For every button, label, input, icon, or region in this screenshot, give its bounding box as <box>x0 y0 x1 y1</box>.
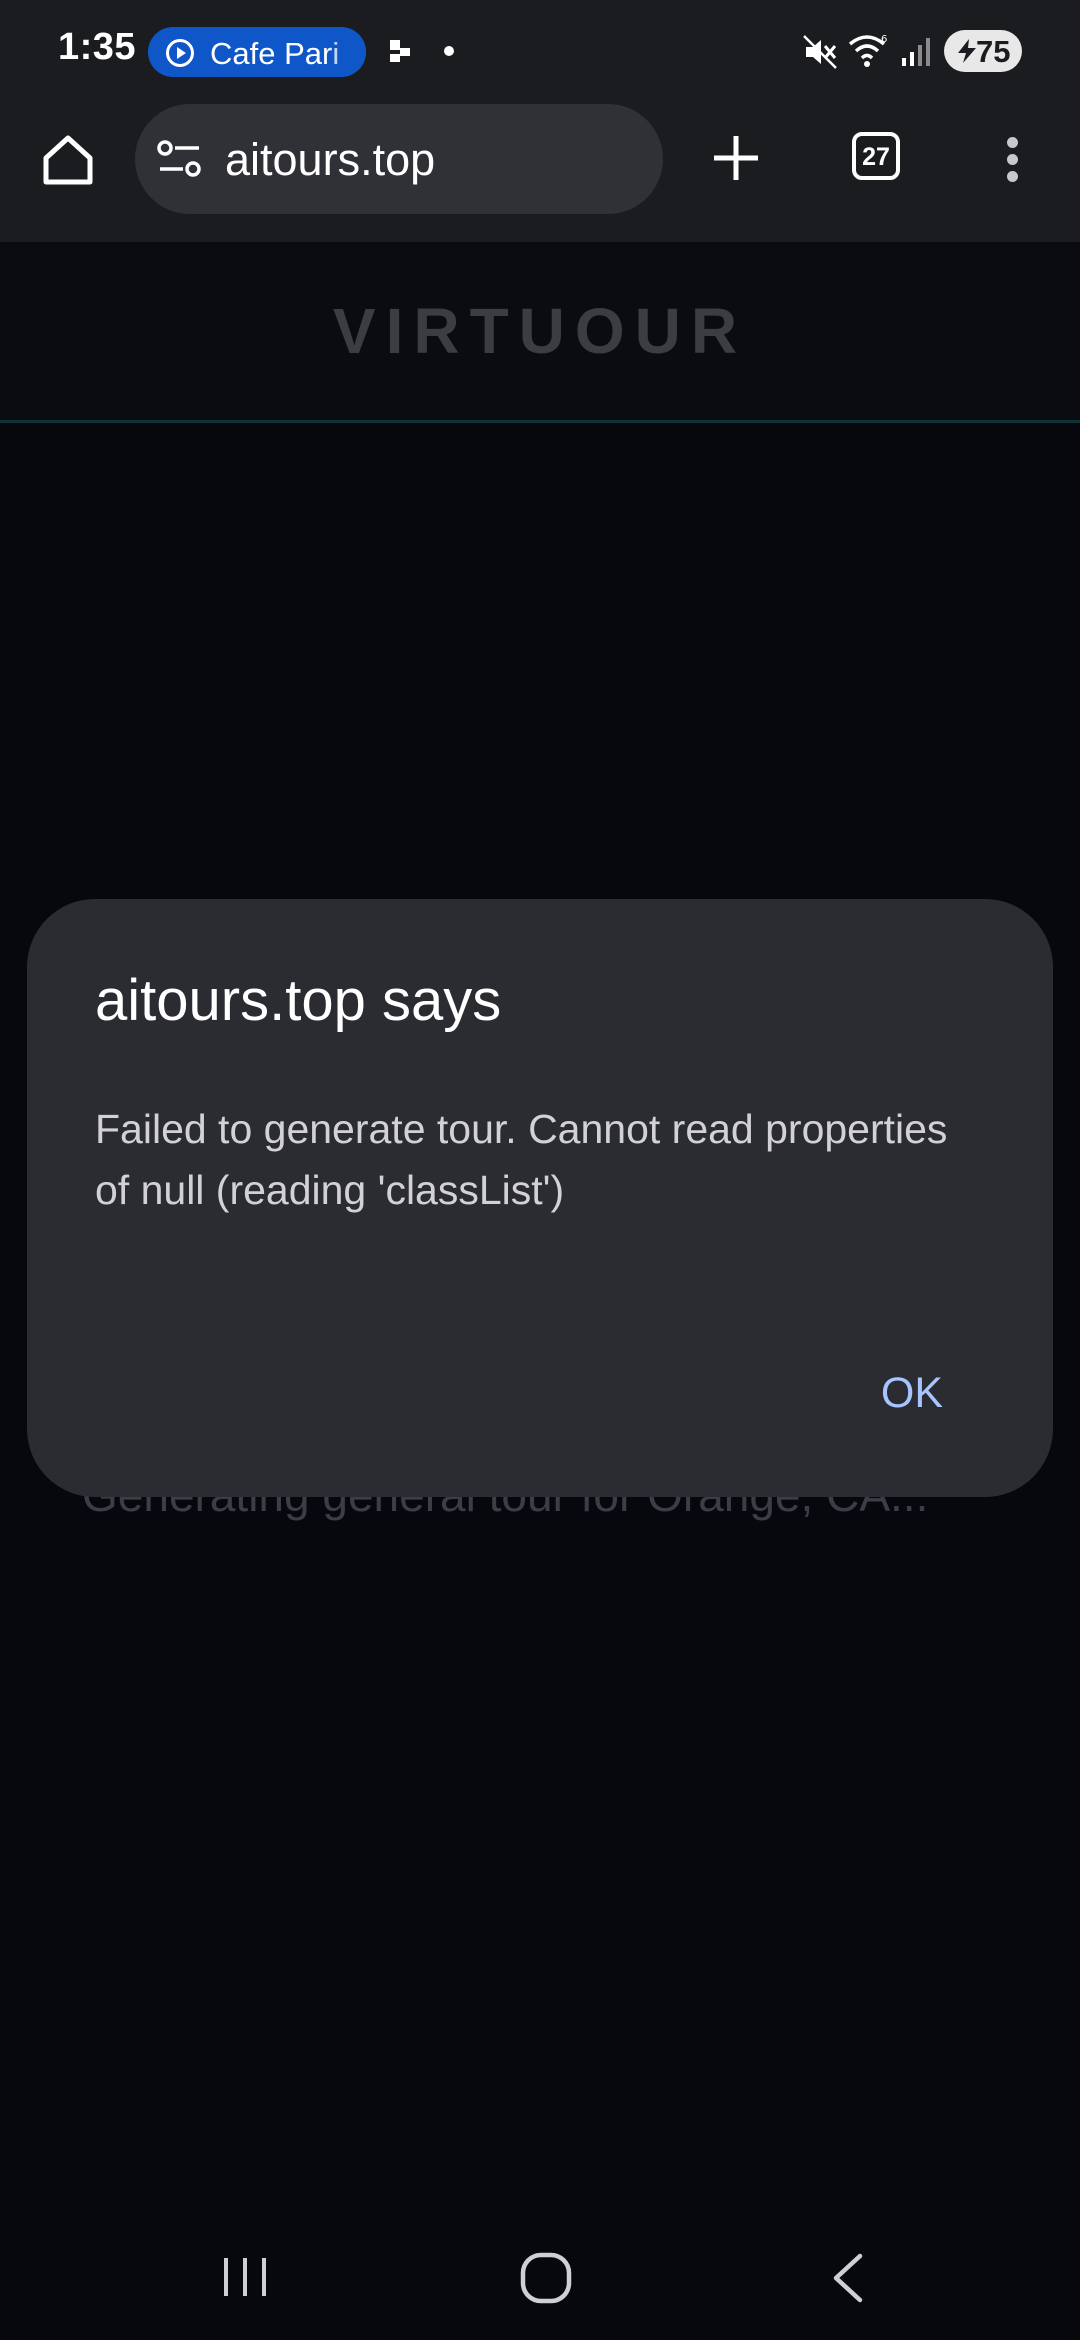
media-label: Cafe Pari <box>210 36 340 71</box>
tab-count: 27 <box>862 143 890 171</box>
svg-text:6: 6 <box>881 34 887 45</box>
charging-bolt-icon <box>958 39 976 63</box>
notification-icon <box>390 40 410 62</box>
recents-icon[interactable] <box>220 2252 270 2302</box>
battery-level: 75 <box>976 34 1011 69</box>
wifi-icon: 6 <box>848 34 887 67</box>
dialog-title: aitours.top says <box>95 968 502 1033</box>
dialog-message: Failed to generate tour. Cannot read pro… <box>95 1106 948 1213</box>
plus-icon[interactable] <box>706 128 766 188</box>
home-icon[interactable] <box>38 130 98 190</box>
signal-icon <box>902 38 930 66</box>
play-circle-icon <box>166 39 194 67</box>
site-header: VIRTUOUR <box>0 242 1080 423</box>
address-bar[interactable]: aitours.top <box>135 104 663 214</box>
tune-icon[interactable] <box>157 139 203 179</box>
system-nav-bar <box>0 2222 1080 2340</box>
mute-icon <box>803 35 837 69</box>
more-vert-icon[interactable] <box>1000 132 1024 192</box>
dot-icon <box>444 46 454 56</box>
screen: 1:35 Cafe Pari 6 75 aitours.top 27 VIRTU… <box>0 0 1080 2340</box>
battery-icon: 75 <box>944 30 1022 72</box>
browser-toolbar: aitours.top 27 <box>0 100 1080 242</box>
status-time: 1:35 <box>58 26 137 68</box>
ok-button[interactable]: OK <box>847 1353 977 1433</box>
site-logo[interactable]: VIRTUOUR <box>0 294 1080 368</box>
nav-home-icon[interactable] <box>518 2250 574 2306</box>
alert-dialog: aitours.top says Failed to generate tour… <box>27 899 1053 1497</box>
tabs-icon[interactable]: 27 <box>852 132 900 180</box>
media-playing-chip[interactable]: Cafe Pari <box>148 27 366 77</box>
status-bar: 1:35 Cafe Pari 6 75 <box>0 0 1080 100</box>
back-icon[interactable] <box>826 2250 870 2306</box>
url-text[interactable]: aitours.top <box>225 134 435 186</box>
